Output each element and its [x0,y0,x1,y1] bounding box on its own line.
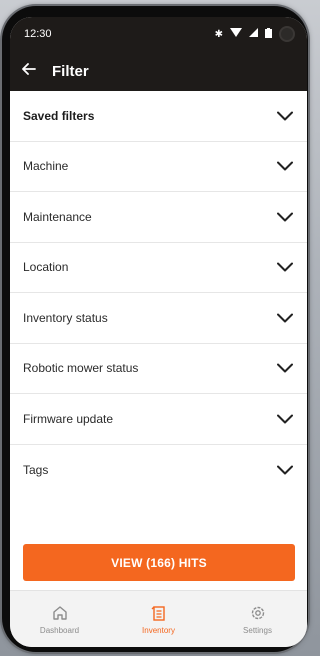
filter-row-maintenance[interactable]: Maintenance [10,192,307,243]
filter-label: Location [23,260,69,275]
filter-label: Maintenance [23,209,92,224]
bluetooth-icon: ✱ [214,28,223,40]
tab-dashboard[interactable]: Dashboard [15,591,105,647]
filter-row-location[interactable]: Location [10,243,307,293]
filter-label: Tags [23,462,49,477]
chevron-down-icon [277,161,293,171]
filter-label: Inventory status [23,310,108,325]
home-icon [52,605,67,620]
filter-row-firmware-update[interactable]: Firmware update [10,394,307,445]
chevron-down-icon [277,414,293,424]
filter-label: Saved filters [23,108,95,123]
gear-icon [251,606,264,619]
tab-inventory[interactable]: Inventory [114,591,204,647]
filter-label: Robotic mower status [23,361,139,376]
filter-list: Saved filters Machine Maintenance Locati… [10,91,307,495]
tab-settings[interactable]: Settings [213,591,303,647]
inventory-icon [151,605,165,621]
filter-row-machine[interactable]: Machine [10,142,307,192]
chevron-down-icon [277,111,293,121]
chevron-down-icon [277,363,293,373]
status-icons: ✱ [215,26,295,42]
page-title: Filter [52,62,89,80]
filter-row-tags[interactable]: Tags [10,445,307,496]
filter-row-saved-filters[interactable]: Saved filters [10,91,307,142]
battery-icon [265,27,272,41]
status-bar: 12:30 ✱ [10,17,307,51]
chevron-down-icon [277,212,293,222]
filter-label: Machine [23,159,69,174]
bottom-tab-bar: Dashboard Inventory Settings [10,590,307,647]
tab-label: Dashboard [39,625,80,635]
wifi-icon [230,28,242,40]
app-screen: 12:30 ✱ Filter Saved filters Machine Mai… [10,17,307,647]
tab-label: Inventory [142,625,175,635]
chevron-down-icon [277,465,293,475]
filter-row-robotic-mower-status[interactable]: Robotic mower status [10,344,307,394]
tab-label: Settings [243,625,272,635]
camera-icon [279,26,295,42]
signal-icon [249,28,258,40]
arrow-left-icon[interactable] [22,62,52,80]
status-time: 12:30 [24,28,52,40]
filter-label: Firmware update [23,411,114,426]
chevron-down-icon [277,262,293,272]
chevron-down-icon [277,313,293,323]
filter-row-inventory-status[interactable]: Inventory status [10,293,307,344]
view-hits-button[interactable]: VIEW (166) HITS [23,544,295,581]
app-bar: Filter [10,51,307,91]
